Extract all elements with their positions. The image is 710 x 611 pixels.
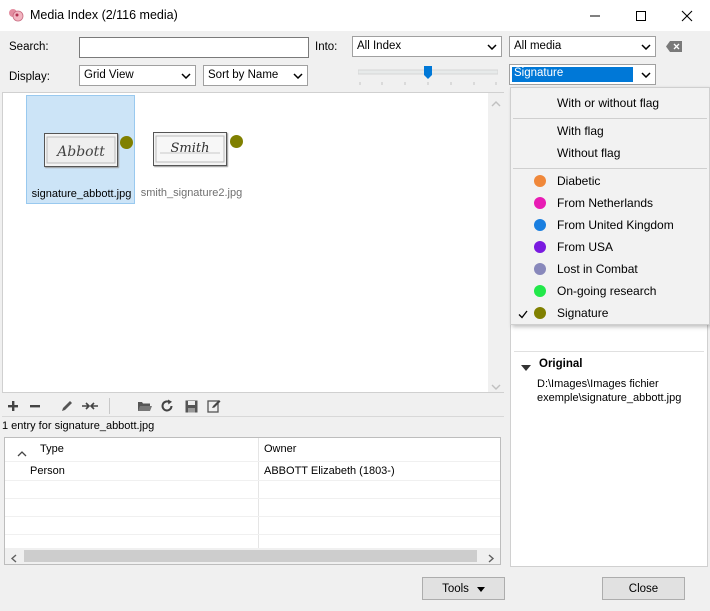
- menu-separator: [513, 168, 707, 169]
- menu-item-from-united-kingdom[interactable]: From United Kingdom: [557, 218, 674, 232]
- collapse-triangle-icon[interactable]: [521, 361, 531, 375]
- signature-text: Abbott: [55, 144, 105, 160]
- signature-thumbnail: Abbott: [44, 133, 118, 167]
- into-label: Into:: [315, 41, 338, 53]
- flag-color-dot-icon: [534, 241, 546, 253]
- media-filter-value: All media: [514, 40, 562, 52]
- scroll-right-icon[interactable]: [488, 552, 495, 566]
- cell-owner: ABBOTT Elizabeth (1803-): [264, 465, 395, 477]
- divider: [514, 351, 704, 352]
- menu-item-with-flag[interactable]: With flag: [557, 124, 604, 138]
- maximize-button[interactable]: [618, 0, 664, 31]
- chevron-down-icon: [637, 38, 654, 55]
- column-divider: [258, 438, 259, 548]
- row-line: [5, 498, 500, 499]
- minimize-button[interactable]: [572, 0, 618, 31]
- app-icon: [8, 7, 24, 23]
- tools-button-label: Tools: [442, 582, 469, 595]
- menu-item-with-or-without-flag[interactable]: With or without flag: [557, 96, 659, 110]
- view-mode-value: Grid View: [84, 69, 134, 81]
- flag-color-dot-icon: [534, 307, 546, 319]
- menu-item-diabetic[interactable]: Diabetic: [557, 174, 600, 188]
- tools-button[interactable]: Tools: [422, 577, 505, 600]
- zoom-slider[interactable]: [357, 65, 499, 87]
- scroll-left-icon[interactable]: [10, 552, 17, 566]
- media-filename: smith_signature2.jpg: [140, 187, 243, 199]
- media-filter-select[interactable]: All media: [509, 36, 656, 57]
- scroll-down-icon[interactable]: [491, 380, 501, 394]
- section-title-original: Original: [539, 358, 583, 370]
- sort-select[interactable]: Sort by Name: [203, 65, 308, 86]
- media-filename: signature_abbott.jpg: [31, 188, 132, 200]
- row-line: [5, 534, 500, 535]
- scroll-up-icon[interactable]: [491, 97, 501, 111]
- search-input[interactable]: [79, 37, 309, 58]
- flag-color-dot-icon: [534, 285, 546, 297]
- flag-color-dot-icon: [534, 219, 546, 231]
- chevron-down-icon: [483, 38, 500, 55]
- media-item[interactable]: Abbott signature_abbott.jpg: [26, 95, 135, 204]
- add-icon[interactable]: [3, 396, 23, 416]
- sort-ascending-icon[interactable]: [17, 446, 27, 460]
- row-line: [5, 480, 500, 481]
- edit-properties-icon[interactable]: [204, 396, 224, 416]
- menu-item-from-usa[interactable]: From USA: [557, 240, 613, 254]
- search-label: Search:: [9, 41, 49, 53]
- display-label: Display:: [9, 71, 50, 83]
- table-row[interactable]: Person ABBOTT Elizabeth (1803-): [5, 462, 500, 480]
- menu-item-from-netherlands[interactable]: From Netherlands: [557, 196, 653, 210]
- flag-filter-menu: With or without flag With flag Without f…: [510, 87, 710, 325]
- edit-pencil-icon[interactable]: [57, 396, 77, 416]
- menu-item-signature[interactable]: Signature: [557, 306, 608, 320]
- close-window-button[interactable]: [664, 0, 710, 31]
- into-select-value: All Index: [357, 40, 402, 52]
- grid-vertical-scrollbar[interactable]: [488, 93, 504, 392]
- menu-separator: [513, 118, 707, 119]
- flag-color-dot-icon: [534, 175, 546, 187]
- entries-table[interactable]: Type Owner Person ABBOTT Elizabeth (1803…: [4, 437, 501, 565]
- signature-flag-icon: [120, 136, 133, 149]
- save-icon[interactable]: [181, 396, 201, 416]
- flag-filter-value: Signature: [512, 67, 633, 82]
- signature-text: Smith: [171, 141, 210, 156]
- entry-count: 1 entry for signature_abbott.jpg: [2, 420, 155, 432]
- menu-item-without-flag[interactable]: Without flag: [557, 146, 620, 160]
- flag-color-dot-icon: [534, 263, 546, 275]
- table-horizontal-scrollbar[interactable]: [5, 548, 500, 564]
- flag-filter-select[interactable]: Signature: [509, 64, 656, 85]
- signature-flag-icon: [230, 135, 243, 148]
- clear-filter-icon[interactable]: [666, 41, 683, 52]
- original-path: D:\Images\Images fichier exemple\signatu…: [537, 378, 682, 404]
- chevron-down-icon: [637, 66, 654, 83]
- refresh-icon[interactable]: [157, 396, 177, 416]
- column-header-owner[interactable]: Owner: [264, 443, 296, 455]
- column-header-type[interactable]: Type: [40, 443, 64, 455]
- signature-thumbnail: Smith: [153, 132, 227, 166]
- title-bar: Media Index (2/116 media): [0, 0, 710, 31]
- caret-down-icon: [476, 583, 485, 595]
- flag-color-dot-icon: [534, 197, 546, 209]
- scrollbar-thumb[interactable]: [24, 550, 477, 562]
- toolbar-divider: [109, 398, 110, 414]
- merge-icon[interactable]: [80, 396, 100, 416]
- entries-toolbar: [2, 396, 504, 416]
- menu-item-lost-in-combat[interactable]: Lost in Combat: [557, 262, 638, 276]
- view-mode-select[interactable]: Grid View: [79, 65, 196, 86]
- close-button-label: Close: [628, 582, 659, 595]
- chevron-down-icon: [289, 67, 306, 84]
- cell-type: Person: [30, 465, 65, 477]
- close-button[interactable]: Close: [602, 577, 685, 600]
- media-grid[interactable]: Abbott signature_abbott.jpg Smith smith_…: [2, 92, 504, 393]
- remove-icon[interactable]: [25, 396, 45, 416]
- menu-item-on-going-research[interactable]: On-going research: [557, 284, 656, 298]
- media-item[interactable]: Smith smith_signature2.jpg: [137, 95, 246, 204]
- chevron-down-icon: [177, 67, 194, 84]
- checkmark-icon: [518, 308, 528, 322]
- into-select[interactable]: All Index: [352, 36, 502, 57]
- sort-value: Sort by Name: [208, 69, 279, 81]
- open-folder-icon[interactable]: [134, 396, 154, 416]
- divider: [2, 416, 504, 417]
- row-line: [5, 516, 500, 517]
- window-title: Media Index (2/116 media): [30, 8, 178, 22]
